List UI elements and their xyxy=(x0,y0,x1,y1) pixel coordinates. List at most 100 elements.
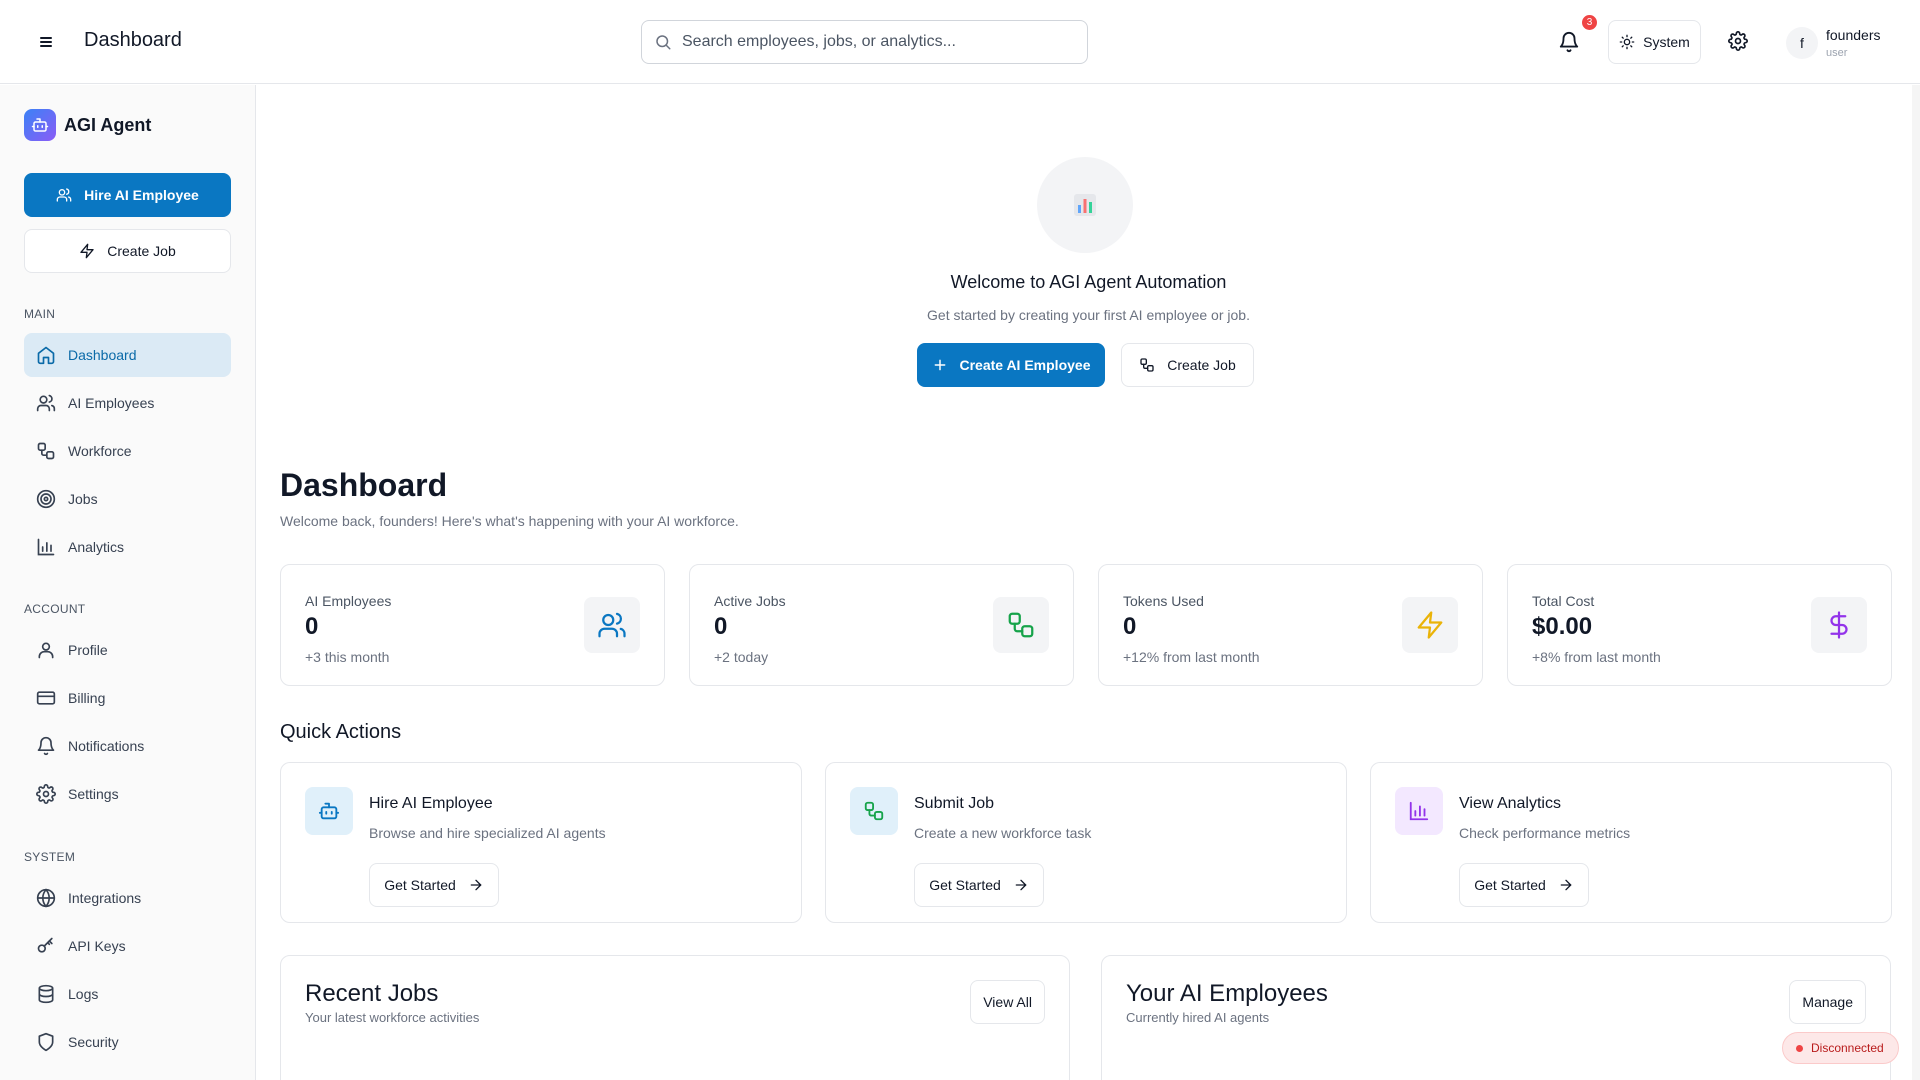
quick-action-title: View Analytics xyxy=(1459,795,1561,812)
search-input[interactable] xyxy=(682,21,1077,63)
menu-icon[interactable] xyxy=(34,30,58,54)
theme-toggle-button[interactable]: System xyxy=(1608,20,1701,64)
dollar-icon xyxy=(1811,597,1867,653)
stat-value: $0.00 xyxy=(1532,613,1593,640)
brand-name: AGI Agent xyxy=(64,114,152,135)
users-icon xyxy=(36,393,56,413)
arrow-right-icon xyxy=(1558,877,1574,893)
bar-chart-icon xyxy=(36,537,56,557)
globe-icon xyxy=(36,888,56,908)
create-job-button[interactable]: Create Job xyxy=(1121,343,1254,387)
sidebar-item-profile[interactable]: Profile xyxy=(24,628,231,672)
user-menu[interactable]: f founders user xyxy=(1786,27,1896,63)
sidebar-item-label: AI Employees xyxy=(68,395,155,411)
get-started-button[interactable]: Get Started xyxy=(914,863,1044,907)
search-icon xyxy=(654,33,672,51)
stat-label: AI Employees xyxy=(305,593,392,609)
user-icon xyxy=(36,640,56,660)
bot-icon xyxy=(305,787,353,835)
workflow-icon xyxy=(36,441,56,461)
stat-value: 0 xyxy=(1123,613,1137,640)
sidebar-item-workforce[interactable]: Workforce xyxy=(24,429,231,473)
page-title: Dashboard xyxy=(84,29,182,51)
scrollbar[interactable] xyxy=(1912,85,1920,1080)
home-icon xyxy=(36,345,56,365)
sidebar-item-label: Settings xyxy=(68,786,119,802)
dashboard-subtitle: Welcome back, founders! Here's what's ha… xyxy=(280,513,739,529)
get-started-label: Get Started xyxy=(384,877,456,893)
sidebar-item-label: Jobs xyxy=(68,491,98,507)
create-job-button[interactable]: Create Job xyxy=(24,229,231,273)
create-job-label: Create Job xyxy=(1167,357,1236,373)
quick-action-title: Hire AI Employee xyxy=(369,795,493,812)
sidebar-item-notifications[interactable]: Notifications xyxy=(24,724,231,768)
sidebar-item-label: Integrations xyxy=(68,890,142,906)
stat-value: 0 xyxy=(305,613,319,640)
sidebar-item-logs[interactable]: Logs xyxy=(24,972,231,1016)
bot-logo-icon xyxy=(24,109,56,141)
dashboard-heading: Dashboard xyxy=(280,467,448,503)
create-ai-employee-button[interactable]: Create AI Employee xyxy=(917,343,1105,387)
notification-bell-icon[interactable] xyxy=(1558,31,1580,53)
bell-icon xyxy=(36,736,56,756)
sidebar-item-security[interactable]: Security xyxy=(24,1020,231,1064)
workflow-icon xyxy=(993,597,1049,653)
sidebar-item-billing[interactable]: Billing xyxy=(24,676,231,720)
section-label-account: ACCOUNT xyxy=(24,602,86,616)
stat-card-active-jobs: Active Jobs 0 +2 today xyxy=(689,564,1074,686)
sidebar-item-label: Analytics xyxy=(68,539,125,555)
sidebar-item-label: Security xyxy=(68,1034,119,1050)
manage-button[interactable]: Manage xyxy=(1789,980,1866,1024)
main-content: Welcome to AGI Agent Automation Get star… xyxy=(257,85,1920,1080)
sidebar-item-integrations[interactable]: Integrations xyxy=(24,876,231,920)
top-bar: Dashboard 3 System f founders user xyxy=(0,0,1920,84)
settings-gear-icon[interactable] xyxy=(1728,31,1750,53)
plus-icon xyxy=(932,357,948,373)
sidebar-item-dashboard[interactable]: Dashboard xyxy=(24,333,231,377)
connection-status-label: Disconnected xyxy=(1811,1041,1884,1055)
sidebar-item-label: Notifications xyxy=(68,738,145,754)
gear-icon xyxy=(36,784,56,804)
sidebar-item-label: API Keys xyxy=(68,938,126,954)
hire-ai-employee-button[interactable]: Hire AI Employee xyxy=(24,173,231,217)
stat-label: Tokens Used xyxy=(1123,593,1204,609)
search-box[interactable] xyxy=(641,20,1088,64)
your-ai-employees-card: Your AI Employees Currently hired AI age… xyxy=(1101,955,1891,1080)
stat-note: +12% from last month xyxy=(1123,649,1260,665)
user-name: founders xyxy=(1826,27,1881,43)
view-all-button[interactable]: View All xyxy=(970,980,1045,1024)
recent-jobs-subtitle: Your latest workforce activities xyxy=(305,1010,480,1025)
bar-chart-icon xyxy=(1395,787,1443,835)
get-started-button[interactable]: Get Started xyxy=(1459,863,1589,907)
users-icon xyxy=(56,187,72,203)
credit-card-icon xyxy=(36,688,56,708)
stat-card-tokens-used: Tokens Used 0 +12% from last month xyxy=(1098,564,1483,686)
shield-icon xyxy=(36,1032,56,1052)
stat-label: Active Jobs xyxy=(714,593,786,609)
sidebar-item-label: Profile xyxy=(68,642,108,658)
sidebar-item-ai-employees[interactable]: AI Employees xyxy=(24,381,231,425)
stat-note: +8% from last month xyxy=(1532,649,1661,665)
section-label-main: MAIN xyxy=(24,307,56,321)
create-job-label: Create Job xyxy=(107,243,176,259)
sidebar-item-label: Workforce xyxy=(68,443,132,459)
sidebar-item-jobs[interactable]: Jobs xyxy=(24,477,231,521)
quick-action-view-analytics: View Analytics Check performance metrics… xyxy=(1370,762,1892,923)
get-started-button[interactable]: Get Started xyxy=(369,863,499,907)
target-icon xyxy=(36,489,56,509)
sidebar-item-api-keys[interactable]: API Keys xyxy=(24,924,231,968)
welcome-title: Welcome to AGI Agent Automation xyxy=(950,272,1227,292)
hire-ai-employee-label: Hire AI Employee xyxy=(84,187,199,203)
zap-icon xyxy=(79,243,95,259)
stat-card-ai-employees: AI Employees 0 +3 this month xyxy=(280,564,665,686)
brand[interactable]: AGI Agent xyxy=(24,109,151,141)
sidebar-item-settings[interactable]: Settings xyxy=(24,772,231,816)
sidebar-item-analytics[interactable]: Analytics xyxy=(24,525,231,569)
database-icon xyxy=(36,984,56,1004)
sidebar-item-label: Billing xyxy=(68,690,106,706)
stat-note: +2 today xyxy=(714,649,769,665)
sidebar-item-label: Logs xyxy=(68,986,99,1002)
your-ai-employees-title: Your AI Employees xyxy=(1126,980,1328,1007)
theme-label: System xyxy=(1643,34,1690,50)
welcome-subtitle: Get started by creating your first AI em… xyxy=(927,307,1250,323)
